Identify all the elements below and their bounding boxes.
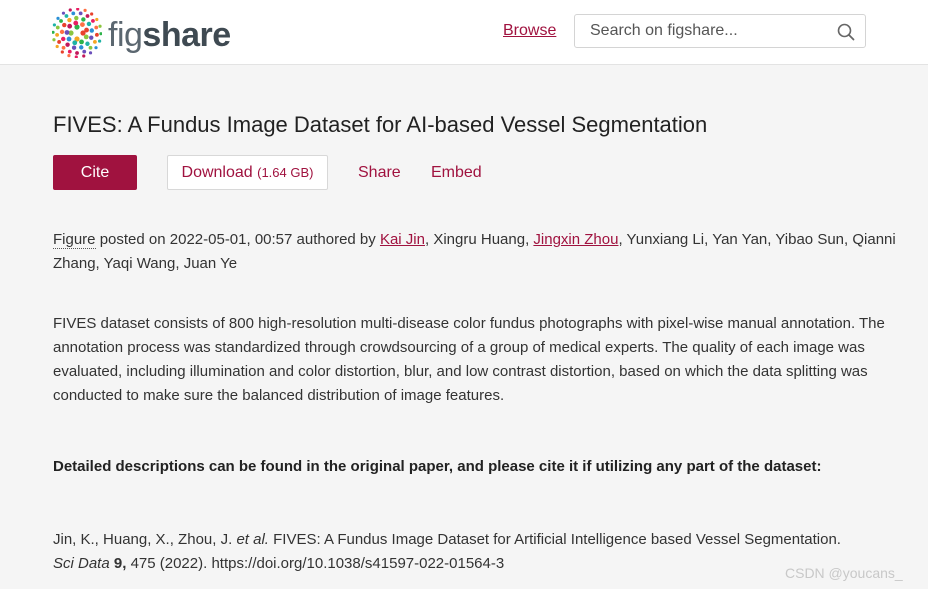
share-link[interactable]: Share (358, 164, 401, 182)
posted-prefix: posted on (99, 231, 166, 248)
search-input[interactable] (576, 16, 826, 46)
author-name: Xingru Huang (433, 231, 526, 248)
figshare-logo-icon (52, 8, 102, 58)
download-label: Download (181, 163, 253, 181)
citation-journal: Sci Data (53, 555, 110, 572)
cite-button[interactable]: Cite (53, 155, 137, 190)
site-header: figshare Browse (0, 0, 928, 65)
citation-etal: et al. (236, 531, 269, 548)
logo-text: figshare (108, 18, 231, 52)
logo-text-light: fig (108, 16, 143, 54)
authored-by: authored by (296, 231, 376, 248)
search-box[interactable] (574, 14, 866, 48)
author-link[interactable]: Jingxin Zhou (533, 231, 618, 248)
author-name: Juan Ye (183, 255, 238, 272)
citation-volume: 9, (113, 555, 127, 572)
item-meta: Figure posted on 2022-05-01, 00:57 autho… (53, 228, 923, 276)
page-title: FIVES: A Fundus Image Dataset for AI-bas… (53, 112, 708, 137)
embed-link[interactable]: Embed (431, 164, 482, 182)
watermark: CSDN @youcans_ (785, 565, 903, 581)
author-name: Yan Yan (712, 231, 768, 248)
posted-date: 2022-05-01, 00:57 (169, 231, 293, 248)
citation-pages-year: 475 (2022). (130, 555, 208, 572)
citation-authors: Jin, K., Huang, X., Zhou, J. (53, 531, 233, 548)
download-button[interactable]: Download (1.64 GB) (167, 155, 328, 190)
download-size: (1.64 GB) (257, 164, 314, 180)
item-type[interactable]: Figure (53, 231, 96, 249)
citation-note: Detailed descriptions can be found in th… (53, 458, 822, 475)
browse-link[interactable]: Browse (503, 22, 556, 40)
author-name: Yunxiang Li (626, 231, 705, 248)
author-name: Yibao Sun (775, 231, 845, 248)
citation-doi: https://doi.org/10.1038/s41597-022-01564… (211, 555, 505, 572)
search-icon[interactable] (837, 23, 855, 41)
author-name: Yaqi Wang (103, 255, 176, 272)
item-description: FIVES dataset consists of 800 high-resol… (53, 315, 885, 404)
logo-text-bold: share (142, 16, 231, 54)
author-link[interactable]: Kai Jin (380, 231, 425, 248)
citation-title: FIVES: A Fundus Image Dataset for Artifi… (273, 531, 841, 548)
